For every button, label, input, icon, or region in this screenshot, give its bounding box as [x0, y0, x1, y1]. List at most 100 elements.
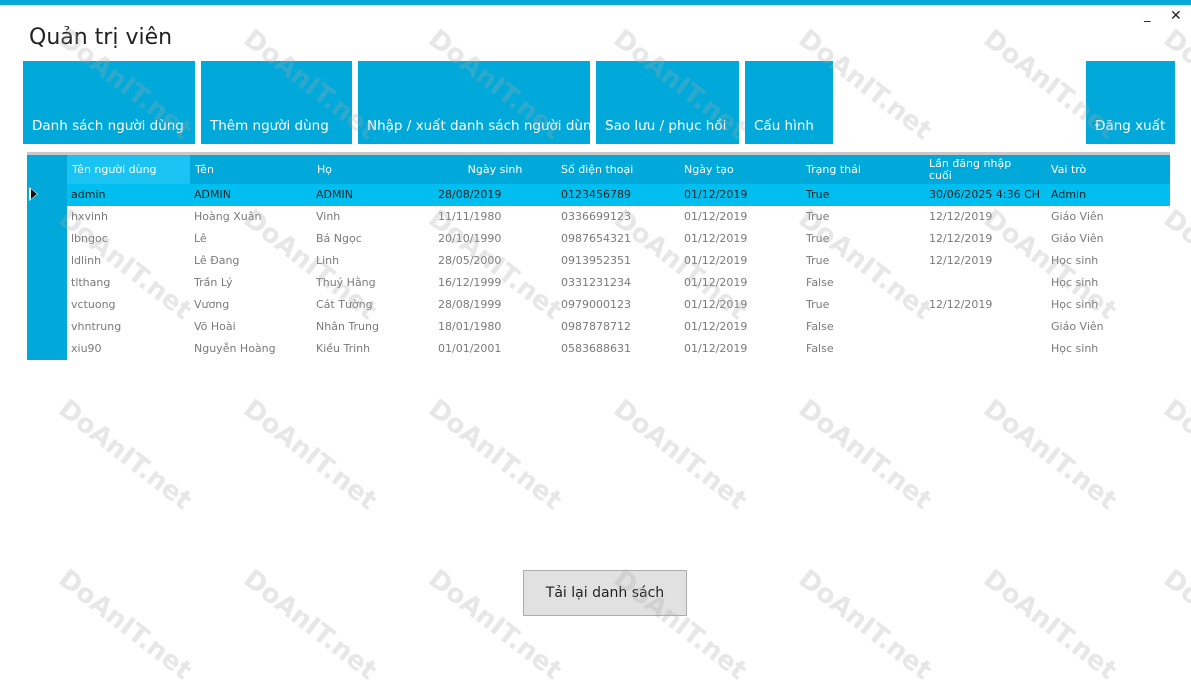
- watermark-text: DoAnIT.net: [422, 393, 568, 517]
- cell-last-login[interactable]: 12/12/2019: [929, 250, 1047, 272]
- cell-status[interactable]: False: [806, 272, 924, 294]
- cell-status[interactable]: False: [806, 338, 924, 360]
- tile-import-export[interactable]: Nhập / xuất danh sách người dùng: [358, 61, 590, 144]
- cell-birthdate[interactable]: 20/10/1990: [438, 228, 556, 250]
- cell-last-login[interactable]: [929, 338, 1047, 360]
- cell-status[interactable]: False: [806, 316, 924, 338]
- cell-first-name[interactable]: Hoàng Xuân: [194, 206, 312, 228]
- cell-created[interactable]: 01/12/2019: [684, 184, 802, 206]
- cell-last-name[interactable]: Linh: [316, 250, 434, 272]
- cell-created[interactable]: 01/12/2019: [684, 316, 802, 338]
- cell-role[interactable]: Học sinh: [1051, 272, 1161, 294]
- cell-username[interactable]: tlthang: [71, 272, 189, 294]
- cell-username[interactable]: ldlinh: [71, 250, 189, 272]
- reload-list-button[interactable]: Tải lại danh sách: [523, 570, 687, 616]
- tile-add-user-label: Thêm người dùng: [210, 118, 329, 134]
- cell-created[interactable]: 01/12/2019: [684, 294, 802, 316]
- cell-last-login[interactable]: [929, 272, 1047, 294]
- cell-last-name[interactable]: Nhân Trung: [316, 316, 434, 338]
- cell-role[interactable]: Giáo Viên: [1051, 228, 1161, 250]
- col-header-username[interactable]: Tên người dùng: [67, 155, 190, 184]
- cell-status[interactable]: True: [806, 184, 924, 206]
- cell-last-login[interactable]: 30/06/2025 4:36 CH: [929, 184, 1047, 206]
- cell-first-name[interactable]: Lê: [194, 228, 312, 250]
- cell-first-name[interactable]: Võ Hoài: [194, 316, 312, 338]
- cell-phone[interactable]: 0331231234: [561, 272, 679, 294]
- users-grid: Tên người dùng Tên Họ Ngày sinh Số điện …: [27, 152, 1170, 360]
- cell-last-login[interactable]: 12/12/2019: [929, 228, 1047, 250]
- cell-created[interactable]: 01/12/2019: [684, 338, 802, 360]
- close-icon[interactable]: ✕: [1170, 9, 1182, 23]
- cell-first-name[interactable]: Lê Đang: [194, 250, 312, 272]
- cell-created[interactable]: 01/12/2019: [684, 228, 802, 250]
- cell-birthdate[interactable]: 28/08/2019: [438, 184, 556, 206]
- col-header-phone[interactable]: Số điện thoại: [556, 155, 679, 184]
- cell-last-login[interactable]: [929, 316, 1047, 338]
- watermark-text: DoAnIT.net: [977, 563, 1123, 686]
- cell-last-name[interactable]: Thuý Hằng: [316, 272, 434, 294]
- cell-last-name[interactable]: ADMIN: [316, 184, 434, 206]
- minimize-icon[interactable]: _: [1144, 9, 1151, 23]
- cell-first-name[interactable]: Nguyễn Hoàng: [194, 338, 312, 360]
- col-header-created[interactable]: Ngày tạo: [679, 155, 801, 184]
- page-title: Quản trị viên: [29, 25, 173, 50]
- col-header-last-login[interactable]: Lần đăng nhập cuối: [924, 155, 1034, 184]
- tile-user-list[interactable]: Danh sách người dùng: [23, 61, 195, 144]
- cell-phone[interactable]: 0913952351: [561, 250, 679, 272]
- tile-logout[interactable]: Đăng xuất: [1086, 61, 1175, 144]
- cell-last-name[interactable]: Kiều Trinh: [316, 338, 434, 360]
- watermark-text: DoAnIT.net: [237, 393, 383, 517]
- cell-birthdate[interactable]: 11/11/1980: [438, 206, 556, 228]
- cell-created[interactable]: 01/12/2019: [684, 272, 802, 294]
- cell-birthdate[interactable]: 18/01/1980: [438, 316, 556, 338]
- col-header-last-name[interactable]: Họ: [312, 155, 434, 184]
- cell-first-name[interactable]: Trần Lý: [194, 272, 312, 294]
- cell-username[interactable]: vctuong: [71, 294, 189, 316]
- cell-role[interactable]: Học sinh: [1051, 250, 1161, 272]
- cell-role[interactable]: Admin: [1051, 184, 1161, 206]
- cell-role[interactable]: Giáo Viên: [1051, 316, 1161, 338]
- col-header-birthdate[interactable]: Ngày sinh: [434, 155, 556, 184]
- cell-phone[interactable]: 0987654321: [561, 228, 679, 250]
- cell-username[interactable]: xiu90: [71, 338, 189, 360]
- col-header-role[interactable]: Vai trò: [1046, 155, 1170, 184]
- cell-username[interactable]: vhntrung: [71, 316, 189, 338]
- cell-birthdate[interactable]: 28/05/2000: [438, 250, 556, 272]
- cell-role[interactable]: Giáo Viên: [1051, 206, 1161, 228]
- cell-created[interactable]: 01/12/2019: [684, 206, 802, 228]
- tile-add-user[interactable]: Thêm người dùng: [201, 61, 352, 144]
- cell-last-login[interactable]: 12/12/2019: [929, 294, 1047, 316]
- cell-phone[interactable]: 0987878712: [561, 316, 679, 338]
- cell-username[interactable]: admin: [71, 184, 189, 206]
- cell-last-login[interactable]: 12/12/2019: [929, 206, 1047, 228]
- tile-settings[interactable]: Cấu hình: [745, 61, 833, 144]
- cell-last-name[interactable]: Bá Ngọc: [316, 228, 434, 250]
- cell-phone[interactable]: 0979000123: [561, 294, 679, 316]
- cell-created[interactable]: 01/12/2019: [684, 250, 802, 272]
- tile-backup-restore-label: Sao lưu / phục hồi: [605, 118, 727, 134]
- cell-username[interactable]: lbngoc: [71, 228, 189, 250]
- cell-last-name[interactable]: Cát Tường: [316, 294, 434, 316]
- watermark-text: DoAnIT.net: [52, 393, 198, 517]
- cell-birthdate[interactable]: 16/12/1999: [438, 272, 556, 294]
- cell-phone[interactable]: 0583688631: [561, 338, 679, 360]
- cell-role[interactable]: Học sinh: [1051, 338, 1161, 360]
- cell-phone[interactable]: 0336699123: [561, 206, 679, 228]
- cell-status[interactable]: True: [806, 250, 924, 272]
- tile-settings-label: Cấu hình: [754, 118, 814, 134]
- cell-phone[interactable]: 0123456789: [561, 184, 679, 206]
- cell-username[interactable]: hxvinh: [71, 206, 189, 228]
- row-header-column: [27, 155, 67, 360]
- cell-first-name[interactable]: ADMIN: [194, 184, 312, 206]
- cell-birthdate[interactable]: 01/01/2001: [438, 338, 556, 360]
- cell-role[interactable]: Học sinh: [1051, 294, 1161, 316]
- cell-last-name[interactable]: Vinh: [316, 206, 434, 228]
- cell-status[interactable]: True: [806, 228, 924, 250]
- col-header-first-name[interactable]: Tên: [190, 155, 312, 184]
- cell-status[interactable]: True: [806, 206, 924, 228]
- cell-first-name[interactable]: Vương: [194, 294, 312, 316]
- cell-status[interactable]: True: [806, 294, 924, 316]
- cell-birthdate[interactable]: 28/08/1999: [438, 294, 556, 316]
- col-header-status[interactable]: Trạng thái: [801, 155, 924, 184]
- tile-backup-restore[interactable]: Sao lưu / phục hồi: [596, 61, 739, 144]
